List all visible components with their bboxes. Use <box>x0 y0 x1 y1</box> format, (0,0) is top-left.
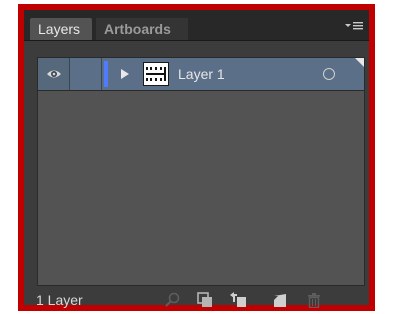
layers-list[interactable]: Layer 1 <box>37 57 365 286</box>
create-sublayer-icon[interactable] <box>229 292 247 308</box>
panel-tab-bar: Layers Artboards <box>24 10 369 41</box>
layer-name[interactable]: Layer 1 <box>178 58 225 90</box>
lock-toggle[interactable] <box>70 58 102 90</box>
create-layer-icon[interactable] <box>270 292 288 308</box>
panel-menu-icon[interactable] <box>343 19 365 33</box>
selection-indicator <box>355 58 364 67</box>
tab-artboards[interactable]: Artboards <box>96 18 188 40</box>
layer-thumbnail <box>143 62 169 86</box>
layer-color-swatch <box>104 61 108 87</box>
layer-count: 1 Layer <box>36 292 83 308</box>
layers-panel: Layers Artboards Layer 1 1 Layer <box>24 10 369 308</box>
eye-icon <box>47 70 61 78</box>
layer-row[interactable]: Layer 1 <box>38 58 364 91</box>
target-circle-icon[interactable] <box>323 68 335 80</box>
locate-object-icon[interactable] <box>164 292 182 308</box>
window-frame: Layers Artboards Layer 1 1 Layer <box>18 4 375 311</box>
visibility-toggle[interactable] <box>38 58 70 90</box>
delete-icon[interactable] <box>305 292 323 308</box>
expand-arrow-icon[interactable] <box>119 68 131 80</box>
make-clipping-mask-icon[interactable] <box>196 292 214 308</box>
tab-layers[interactable]: Layers <box>30 18 92 40</box>
panel-footer: 1 Layer <box>24 286 369 308</box>
